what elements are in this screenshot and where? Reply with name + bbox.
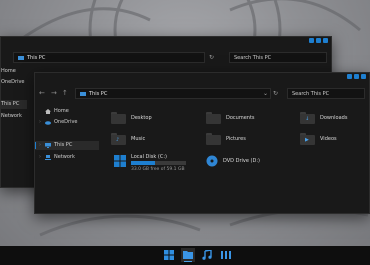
sidebar-item-network[interactable]: › Network <box>35 153 99 162</box>
folder-downloads[interactable]: ↓ Downloads <box>300 111 370 125</box>
sidebar-item-this-pc[interactable]: › This PC <box>35 141 99 150</box>
dvd-drive-icon <box>206 155 218 167</box>
search-input[interactable]: Search This PC <box>287 88 365 99</box>
music-note-icon <box>202 250 212 260</box>
windows-logo-icon <box>164 250 174 260</box>
sidebar-item-home[interactable]: Home <box>35 107 99 116</box>
navigation-bar: ← → ↑ This PC ⌄ ↻ Search This PC <box>35 87 369 101</box>
drive-c[interactable]: Local Disk (C:) 33.0 GB free of 59.1 GB <box>114 154 214 174</box>
chevron-right-icon[interactable]: › <box>39 118 41 127</box>
pictures-folder-icon <box>206 133 221 145</box>
network-icon <box>45 155 51 160</box>
folder-music[interactable]: ♪ Music <box>111 132 201 146</box>
computer-icon <box>45 143 51 148</box>
drive-usage-fill <box>131 161 156 165</box>
sidebar-item-home[interactable]: Home <box>1 67 16 76</box>
maximize-button[interactable] <box>354 74 359 79</box>
documents-folder-icon <box>206 112 221 124</box>
sidebar-item-onedrive[interactable]: OneDrive <box>1 78 25 87</box>
folder-pictures[interactable]: Pictures <box>206 132 296 146</box>
breadcrumb: This PC <box>27 55 46 61</box>
home-icon <box>45 109 51 114</box>
app-grid-icon <box>221 251 231 259</box>
computer-icon <box>18 55 24 60</box>
videos-folder-icon: ▶ <box>300 133 315 145</box>
breadcrumb: This PC <box>89 91 108 97</box>
minimize-button[interactable] <box>347 74 352 79</box>
up-arrow-icon[interactable]: ↑ <box>62 88 68 98</box>
close-button[interactable] <box>361 74 366 79</box>
title-bar[interactable] <box>35 73 369 81</box>
address-bar[interactable]: This PC <box>75 88 271 99</box>
refresh-icon[interactable]: ↻ <box>273 88 278 99</box>
folder-desktop[interactable]: Desktop <box>111 111 201 125</box>
downloads-folder-icon: ↓ <box>300 112 315 124</box>
sidebar-item-this-pc[interactable]: This PC <box>1 100 28 109</box>
desktop-folder-icon <box>111 112 126 124</box>
sidebar-item-onedrive[interactable]: › OneDrive <box>35 118 99 127</box>
taskbar <box>0 246 370 265</box>
computer-icon <box>80 91 86 96</box>
drive-usage-bar <box>131 161 186 165</box>
drive-d[interactable]: DVD Drive (D:) <box>206 155 286 169</box>
refresh-icon[interactable]: ↻ <box>209 52 214 63</box>
file-explorer-taskbar-button[interactable] <box>181 248 195 262</box>
close-button[interactable] <box>323 38 328 43</box>
folder-icon <box>183 251 193 259</box>
explorer-window[interactable]: ← → ↑ This PC ⌄ ↻ Search This PC Home › … <box>34 72 370 214</box>
address-bar[interactable]: This PC <box>13 52 205 63</box>
apps-taskbar-button[interactable] <box>219 248 233 262</box>
windows-drive-icon <box>114 155 126 167</box>
chevron-right-icon[interactable]: › <box>39 153 41 162</box>
maximize-button[interactable] <box>316 38 321 43</box>
minimize-button[interactable] <box>309 38 314 43</box>
navigation-bar: This PC ↻ Search This PC <box>1 51 331 65</box>
music-folder-icon: ♪ <box>111 133 126 145</box>
chevron-right-icon[interactable]: › <box>39 141 41 150</box>
search-input[interactable]: Search This PC <box>229 52 327 63</box>
music-taskbar-button[interactable] <box>200 248 214 262</box>
cloud-icon <box>45 121 51 125</box>
chevron-down-icon[interactable]: ⌄ <box>263 88 268 99</box>
sidebar-item-network[interactable]: Network <box>1 112 22 121</box>
sidebar: Home › OneDrive › This PC › Network <box>35 103 99 213</box>
title-bar[interactable] <box>1 37 331 45</box>
start-button[interactable] <box>162 248 176 262</box>
forward-arrow-icon[interactable]: → <box>51 88 57 98</box>
folder-documents[interactable]: Documents <box>206 111 296 125</box>
folder-videos[interactable]: ▶ Videos <box>300 132 370 146</box>
back-arrow-icon[interactable]: ← <box>39 88 45 98</box>
